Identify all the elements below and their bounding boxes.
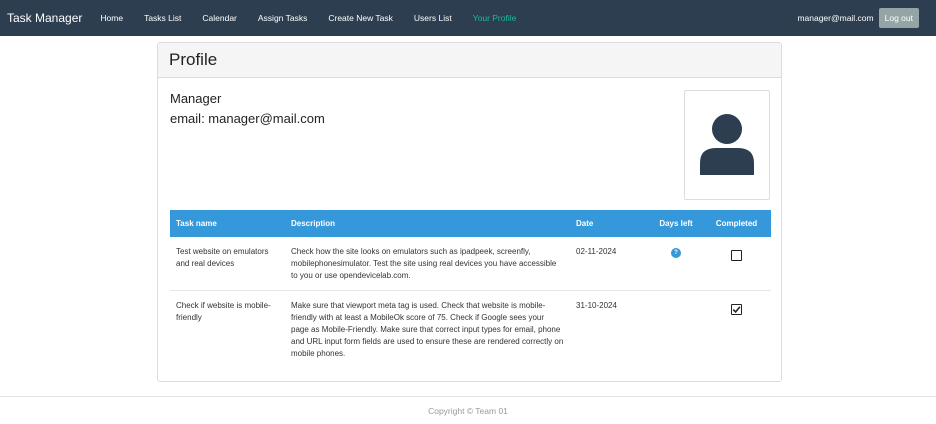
task-date-cell: 31-10-2024 [576, 301, 617, 310]
nav-user-email: manager@mail.com [797, 13, 874, 23]
task-description-cell: Make sure that viewport meta tag is used… [291, 301, 564, 358]
page-title: Profile [169, 50, 218, 69]
user-role: Manager [170, 91, 222, 106]
nav-link-create-new-task[interactable]: Create New Task [328, 13, 393, 23]
task-completed-cell [702, 237, 771, 291]
column-header-days-left: Days left [650, 210, 702, 237]
nav-link-your-profile[interactable]: Your Profile [473, 13, 517, 23]
table-header-row: Task name Description Date Days left Com… [170, 210, 771, 237]
checkmark-icon [732, 306, 741, 314]
nav-link-home[interactable]: Home [100, 13, 123, 23]
avatar [684, 90, 770, 200]
footer-copyright: Copyright © Team 01 [428, 406, 508, 416]
nav-link-assign-tasks[interactable]: Assign Tasks [258, 13, 307, 23]
logout-button[interactable]: Log out [878, 8, 919, 28]
task-name-cell: Check if website is mobile-friendly [176, 301, 271, 322]
footer-divider [0, 396, 936, 397]
table-row: Test website on emulators and real devic… [170, 237, 771, 291]
nav-link-calendar[interactable]: Calendar [202, 13, 237, 23]
user-email: email: manager@mail.com [170, 111, 325, 126]
table-row: Check if website is mobile-friendly Make… [170, 291, 771, 369]
nav-link-tasks-list[interactable]: Tasks List [144, 13, 181, 23]
column-header-completed: Completed [702, 210, 771, 237]
task-date-cell: 02-11-2024 [570, 237, 650, 291]
nav-links: Home Tasks List Calendar Assign Tasks Cr… [100, 13, 537, 23]
brand-link[interactable]: Task Manager [7, 11, 82, 25]
days-left-badge: ? [671, 248, 681, 258]
top-navbar: Task Manager Home Tasks List Calendar As… [0, 0, 936, 36]
nav-link-users-list[interactable]: Users List [414, 13, 452, 23]
tasks-table: Task name Description Date Days left Com… [170, 210, 771, 368]
user-icon [700, 114, 754, 175]
panel-heading: Profile [158, 43, 781, 78]
task-description-cell: Check how the site looks on emulators su… [285, 237, 570, 291]
task-days-left-cell [650, 291, 702, 369]
task-name-cell: Test website on emulators and real devic… [170, 237, 285, 291]
profile-panel: Profile Manager email: manager@mail.com … [157, 42, 782, 382]
completed-checkbox[interactable] [731, 250, 742, 261]
nav-user-area: manager@mail.com Log out [797, 0, 919, 36]
task-days-left-cell: ? [650, 237, 702, 291]
column-header-date: Date [570, 210, 650, 237]
completed-checkbox-checked[interactable] [731, 304, 742, 315]
column-header-task-name: Task name [170, 210, 285, 237]
task-completed-cell [702, 291, 771, 369]
column-header-description: Description [285, 210, 570, 237]
